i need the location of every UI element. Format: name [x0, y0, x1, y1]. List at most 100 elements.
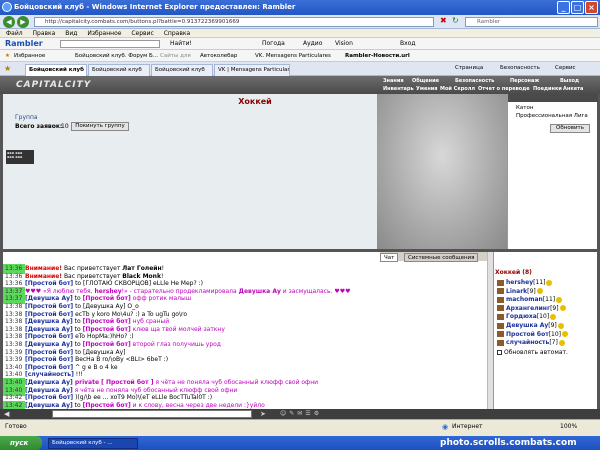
menu-file[interactable]: Файл — [6, 30, 23, 37]
nav-knowledge[interactable]: Знания — [383, 78, 404, 84]
rambler-login-link[interactable]: Вход — [400, 38, 416, 50]
chat-tab-strip: Чат Системные сообщения — [380, 252, 487, 262]
fav-item-sites[interactable]: Сайты для — [160, 50, 191, 62]
favorites-center-icon[interactable]: ★ — [4, 64, 11, 73]
location-item-pro-league[interactable]: Профессиональная Лига — [516, 113, 588, 119]
maximize-button[interactable]: □ — [571, 1, 584, 14]
start-button[interactable]: пуск — [0, 436, 42, 450]
star-icon[interactable]: ★ — [5, 50, 10, 62]
menu-view[interactable]: Вид — [65, 30, 77, 37]
zoom-level[interactable]: 100% — [560, 420, 577, 434]
menu-edit[interactable]: Правка — [33, 30, 56, 37]
speaker-icon[interactable]: ◀ — [4, 410, 9, 418]
user-name[interactable]: Linark — [506, 288, 527, 295]
nav-transfer-report[interactable]: Отчет о переводе — [478, 86, 530, 92]
user-name[interactable]: hershey — [506, 279, 533, 286]
info-icon[interactable] — [536, 288, 543, 295]
fav-item-combats-forum[interactable]: Бойцовский клуб. Форум Б... — [75, 50, 158, 62]
window-title: Бойцовский клуб - Windows Internet Explo… — [14, 3, 296, 11]
nav-communication[interactable]: Общение — [412, 78, 439, 84]
security-menu[interactable]: Безопасность — [500, 65, 540, 71]
browser-tab-bar: ★ Бойцовский клуб Бойцовский клуб Бойцов… — [0, 62, 600, 76]
page-menu[interactable]: Страница — [455, 65, 483, 71]
clan-icon — [497, 339, 504, 346]
nav-exit[interactable]: Выход — [560, 78, 579, 84]
stop-icon[interactable]: ✖ — [440, 16, 447, 25]
user-level: [10] — [536, 313, 550, 321]
info-icon[interactable] — [558, 339, 565, 346]
location-panel: Катон Профессиональная Лига Обновить — [507, 94, 598, 249]
service-menu[interactable]: Сервис — [555, 65, 576, 71]
info-icon[interactable] — [546, 279, 553, 286]
user-level: [11] — [542, 296, 556, 304]
main-content: Хоккей Группа Всего заявок: 10 Покинуть … — [3, 94, 507, 249]
user-name[interactable]: Девушка Ау — [506, 322, 548, 329]
nav-battles[interactable]: Поединки — [533, 86, 562, 92]
info-icon[interactable] — [550, 313, 557, 320]
user-name[interactable]: machoman — [506, 296, 543, 303]
back-arrow-icon[interactable]: ◀ — [3, 16, 15, 28]
user-name[interactable]: Архангелинг — [506, 305, 550, 312]
address-input[interactable]: http://capitalcity.combats.com/buttons.p… — [34, 17, 434, 27]
info-icon[interactable] — [559, 305, 566, 312]
location-item-katon[interactable]: Катон — [516, 105, 533, 111]
send-icon[interactable]: ➤ — [260, 410, 266, 418]
favorites-button[interactable]: Избранное — [14, 50, 45, 62]
taskbar-item-combats[interactable]: Бойцовский клуб - ... — [48, 438, 138, 449]
browser-tab-1[interactable]: Бойцовский клуб — [25, 64, 87, 76]
chat-timestamp[interactable]: 13:42 — [3, 400, 25, 409]
user-name[interactable]: случайность — [506, 339, 549, 346]
rambler-search-input[interactable] — [60, 40, 160, 48]
leave-group-button[interactable]: Покинуть группу — [71, 122, 129, 131]
nav-character[interactable]: Персонаж — [510, 78, 539, 84]
minimize-button[interactable]: _ — [557, 1, 570, 14]
browser-tab-3[interactable]: Бойцовский клуб — [151, 64, 213, 76]
rambler-weather-link[interactable]: Погода — [262, 38, 285, 50]
browser-tab-4[interactable]: VK | Mensagens Particulares — [214, 64, 290, 76]
favorites-bar: ★ Избранное Бойцовский клуб. Форум Б... … — [0, 50, 600, 62]
checkbox-icon[interactable] — [497, 350, 502, 355]
close-button[interactable]: × — [585, 1, 598, 14]
fav-item-rambler-news[interactable]: Rambler-Новости.url — [345, 50, 410, 62]
clan-icon — [497, 296, 504, 303]
info-icon[interactable] — [557, 322, 564, 329]
chat-tab-chat[interactable]: Чат — [380, 253, 399, 262]
game-header: CAPITALCITY Знания Общение Безопасность … — [0, 76, 600, 94]
rambler-audio-link[interactable]: Аудио — [303, 38, 322, 50]
chat-nick[interactable]: [Девушка Ау] — [25, 402, 73, 409]
window-titlebar: Бойцовский клуб - Windows Internet Explo… — [0, 0, 600, 15]
user-list: Хоккей (8) hershey [11] Linark[9] machoman [… — [493, 252, 597, 409]
browser-tab-2[interactable]: Бойцовский клуб — [88, 64, 150, 76]
rambler-vision-link[interactable]: Vision — [335, 38, 353, 50]
chat-message-input[interactable] — [52, 410, 252, 418]
rambler-find-button[interactable]: Найти! — [170, 38, 192, 50]
menu-tools[interactable]: Сервис — [131, 30, 153, 37]
menu-favorites[interactable]: Избранное — [87, 30, 121, 37]
watermark: photo.scrolls.combats.com — [440, 438, 577, 448]
menu-help[interactable]: Справка — [164, 30, 190, 37]
clan-icon — [497, 322, 504, 329]
refresh-button[interactable]: Обновить — [550, 124, 590, 133]
fav-item-autoblogger[interactable]: Автоколебар — [200, 50, 237, 62]
nav-profile[interactable]: Анкета — [563, 86, 583, 92]
nav-security[interactable]: Безопасность — [455, 78, 494, 84]
nav-skills[interactable]: Умения — [416, 86, 438, 92]
nav-my-scroll[interactable]: Мой Скролл — [440, 86, 475, 92]
info-icon[interactable] — [562, 331, 569, 338]
forward-arrow-icon[interactable]: ▶ — [17, 16, 29, 28]
chat-tab-system[interactable]: Системные сообщения — [404, 253, 479, 262]
user-row[interactable]: случайность[7] — [497, 338, 565, 348]
user-level: [9] — [527, 287, 536, 295]
user-list-title: Хоккей (8) — [495, 269, 532, 276]
refresh-icon[interactable]: ↻ — [452, 16, 459, 25]
search-input[interactable]: Rambler — [465, 17, 598, 27]
rambler-brand[interactable]: Rambler — [5, 38, 43, 50]
user-name[interactable]: Простой бот — [506, 331, 549, 338]
chat-tools-icons[interactable]: ☺✎✉☰⚙ — [280, 410, 322, 417]
fav-item-vk[interactable]: VK. Mensagens Particulares — [255, 50, 331, 62]
auto-update-toggle[interactable]: Обновлять автомат. — [497, 349, 568, 356]
user-name[interactable]: Гордюха — [506, 313, 537, 320]
nav-inventory[interactable]: Инвентарь — [383, 86, 414, 92]
info-icon[interactable] — [556, 296, 563, 303]
user-level: [7] — [549, 339, 558, 347]
